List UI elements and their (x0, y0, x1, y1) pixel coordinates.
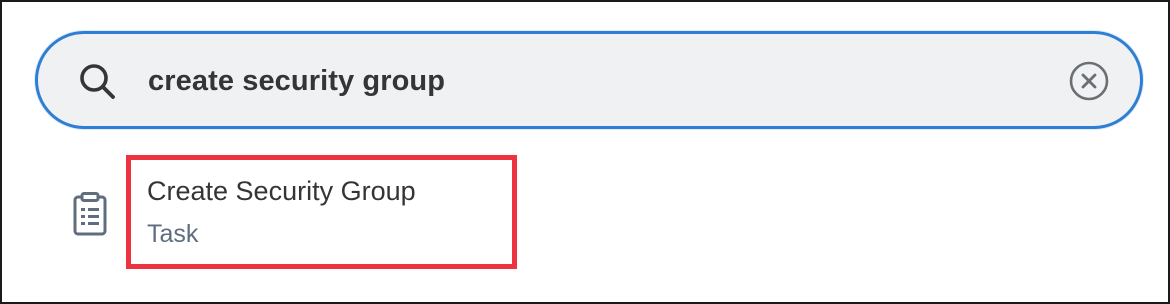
search-result-item[interactable]: Create Security Group Task (62, 152, 532, 274)
highlight-box (126, 155, 517, 269)
screenshot-frame: Create Security Group Task (0, 0, 1170, 304)
clear-search-button[interactable] (1068, 60, 1110, 102)
result-type-label: Task (147, 220, 199, 248)
search-input[interactable] (148, 54, 1008, 108)
clipboard-icon (72, 192, 108, 236)
close-circle-icon (1069, 61, 1109, 101)
search-bar[interactable] (35, 31, 1143, 129)
result-title[interactable]: Create Security Group (147, 176, 416, 207)
search-icon (78, 62, 118, 102)
